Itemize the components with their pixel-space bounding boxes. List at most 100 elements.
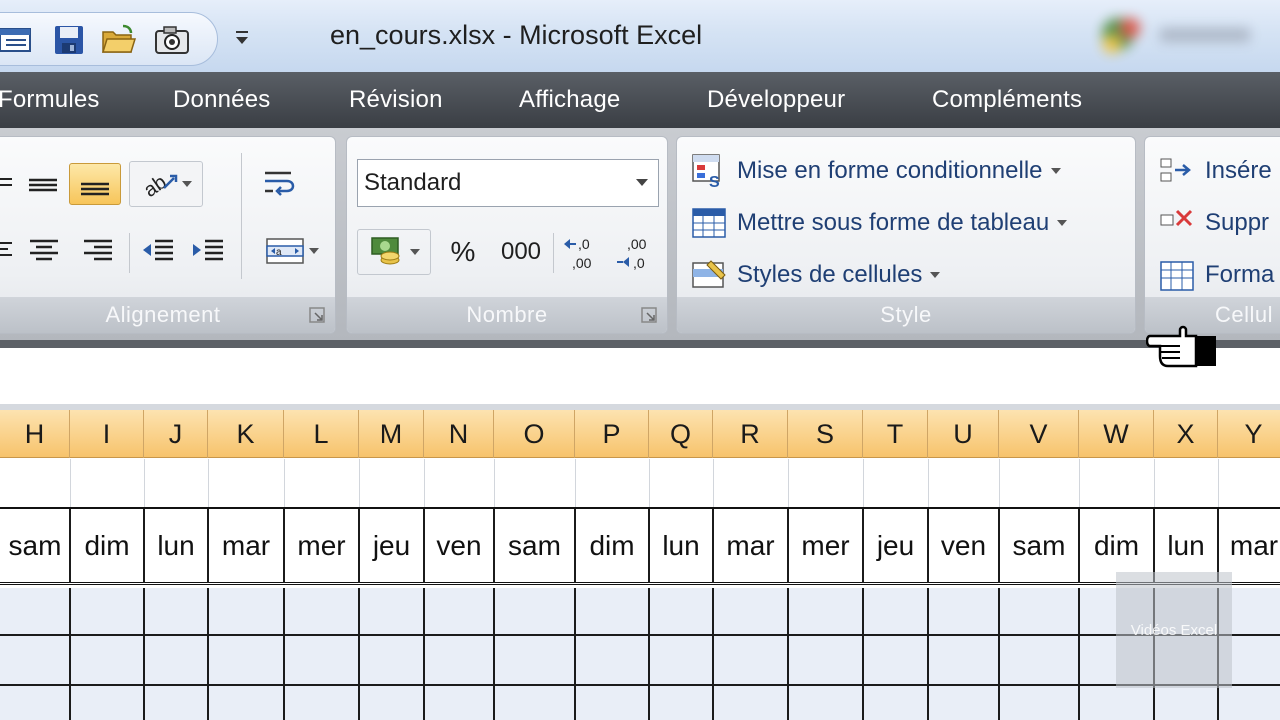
row-border [0, 684, 1280, 686]
delete-cells-button[interactable]: Suppr [1159, 203, 1269, 243]
column-header-l[interactable]: L [284, 410, 359, 458]
delete-cells-label: Suppr [1205, 209, 1270, 236]
weekday-cell[interactable]: ven [928, 509, 999, 583]
increase-decimal-button[interactable]: ,0,00 [557, 229, 607, 275]
format-as-table-button[interactable]: Mettre sous forme de tableau [691, 203, 1068, 243]
weekday-cell[interactable]: dim [70, 509, 144, 583]
weekday-cell[interactable]: lun [144, 509, 208, 583]
column-header-x[interactable]: X [1154, 410, 1218, 458]
weekday-cell[interactable]: dim [575, 509, 649, 583]
open-folder-icon[interactable] [100, 22, 138, 58]
camera-icon[interactable] [153, 22, 191, 58]
weekday-cell[interactable]: jeu [359, 509, 424, 583]
weekday-cell[interactable]: sam [999, 509, 1079, 583]
format-cells-button[interactable]: Forma [1159, 255, 1274, 295]
tab-revision[interactable]: Révision [349, 86, 443, 118]
column-header-j[interactable]: J [144, 410, 208, 458]
svg-text:,00: ,00 [572, 255, 592, 271]
tab-developpeur[interactable]: Développeur [707, 86, 845, 118]
ribbon: ab a Alignement Standard % 000 ,0 ,00 ,0… [0, 128, 1280, 340]
column-header-m[interactable]: M [359, 410, 424, 458]
gridline [575, 459, 576, 507]
column-header-w[interactable]: W [1079, 410, 1154, 458]
customize-qat-chevron-down-icon[interactable] [232, 28, 252, 50]
column-header-h[interactable]: H [0, 410, 70, 458]
blank-row[interactable] [0, 459, 1280, 507]
cell-border [787, 588, 789, 720]
decrease-indent-icon[interactable] [135, 229, 181, 271]
tab-donnees[interactable]: Données [173, 86, 270, 118]
orientation-button[interactable]: ab [129, 161, 203, 207]
column-header-i[interactable]: I [70, 410, 144, 458]
number-format-dropdown[interactable]: Standard [357, 159, 659, 207]
number-group: Standard % 000 ,0,00 ,00,0 Nombre [346, 136, 668, 334]
weekday-cell[interactable]: mar [208, 509, 284, 583]
column-header-y[interactable]: Y [1218, 410, 1280, 458]
align-bottom-icon[interactable] [69, 163, 121, 205]
cell-border [423, 509, 425, 583]
column-header-p[interactable]: P [575, 410, 649, 458]
separator [553, 233, 554, 273]
column-header-n[interactable]: N [424, 410, 494, 458]
conditional-formatting-button[interactable]: S Mise en forme conditionnelle [691, 151, 1061, 191]
weekday-cell[interactable]: jeu [863, 509, 928, 583]
align-center-icon[interactable] [21, 229, 67, 271]
column-header-o[interactable]: O [494, 410, 575, 458]
title-bar: en_cours.xlsx - Microsoft Excel [0, 0, 1280, 72]
gridline [494, 459, 495, 507]
cells-group: Insére Suppr Forma Cellul [1144, 136, 1280, 334]
insert-cells-button[interactable]: Insére [1159, 151, 1272, 191]
weekday-cell[interactable]: sam [494, 509, 575, 583]
number-format-value: Standard [364, 169, 462, 196]
percent-button[interactable]: % [439, 229, 487, 275]
column-header-k[interactable]: K [208, 410, 284, 458]
column-header-r[interactable]: R [713, 410, 788, 458]
number-dialog-launcher-icon[interactable] [641, 307, 659, 325]
merge-center-button[interactable]: a [257, 229, 327, 273]
blurred-logo-icon [1090, 8, 1280, 64]
tab-formules[interactable]: Formules [0, 86, 100, 118]
insert-cells-icon [1160, 158, 1191, 182]
align-right-icon[interactable] [75, 229, 121, 271]
alignment-group-label: Alignement [0, 297, 335, 333]
weekday-cell[interactable]: mar [713, 509, 788, 583]
cell-styles-label: Styles de cellules [737, 261, 923, 288]
group-separator [241, 153, 242, 279]
tab-affichage[interactable]: Affichage [519, 86, 620, 118]
thousands-separator-button[interactable]: 000 [493, 229, 549, 275]
column-header-t[interactable]: T [863, 410, 928, 458]
save-icon[interactable] [50, 22, 88, 58]
accounting-format-button[interactable] [357, 229, 431, 275]
column-header-s[interactable]: S [788, 410, 863, 458]
cell-border [358, 509, 360, 583]
cell-border [712, 509, 714, 583]
column-header-v[interactable]: V [999, 410, 1079, 458]
increase-indent-icon[interactable] [185, 229, 231, 271]
align-left-icon[interactable] [0, 229, 15, 271]
wrap-text-icon[interactable] [257, 161, 301, 205]
view-icon[interactable] [0, 22, 34, 58]
gridline [863, 459, 864, 507]
column-header-u[interactable]: U [928, 410, 999, 458]
number-group-label: Nombre [347, 297, 667, 333]
cell-border [648, 588, 650, 720]
column-headers: HIJKLMNOPQRSTUVWXY [0, 410, 1280, 458]
decrease-decimal-button[interactable]: ,00,0 [609, 229, 661, 275]
weekday-cell[interactable]: mer [284, 509, 359, 583]
alignment-group: ab a Alignement [0, 136, 336, 334]
weekday-cell[interactable]: mer [788, 509, 863, 583]
tab-complements[interactable]: Compléments [932, 86, 1082, 118]
align-top-icon[interactable] [0, 163, 15, 205]
window-title: en_cours.xlsx - Microsoft Excel [330, 20, 703, 50]
align-middle-icon[interactable] [19, 163, 67, 205]
weekday-cell[interactable]: ven [424, 509, 494, 583]
weekday-cell[interactable]: sam [0, 509, 70, 583]
formula-bar[interactable] [0, 348, 1280, 404]
conditional-formatting-icon: S [692, 154, 720, 189]
alignment-dialog-launcher-icon[interactable] [309, 307, 327, 325]
weekday-cell[interactable]: lun [649, 509, 713, 583]
cell-styles-button[interactable]: Styles de cellules [691, 255, 941, 295]
gridline [649, 459, 650, 507]
schedule-grid[interactable] [0, 588, 1280, 720]
column-header-q[interactable]: Q [649, 410, 713, 458]
